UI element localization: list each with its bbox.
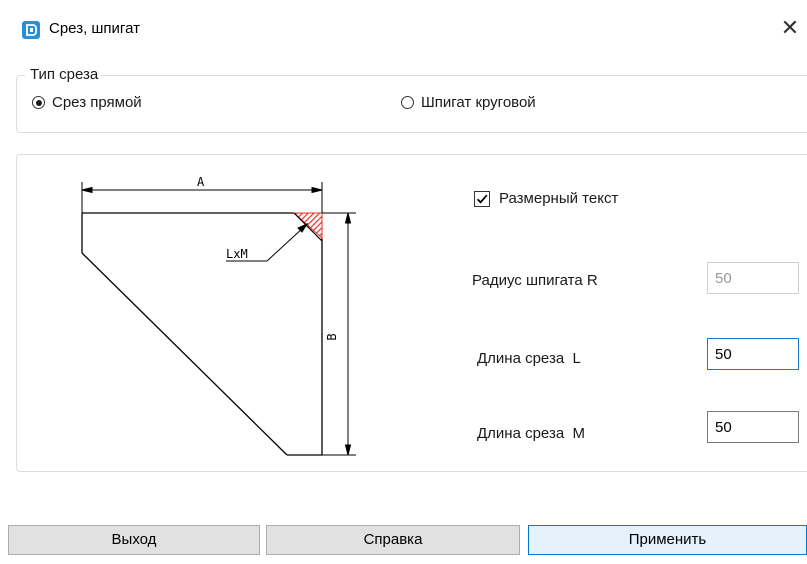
- plate-outline: [81, 212, 323, 456]
- dimension-text-toggle[interactable]: Размерный текст: [474, 190, 618, 207]
- cut-diagram: A B LxM: [81, 175, 356, 456]
- dimension-a-label: A: [197, 175, 205, 189]
- help-button[interactable]: Справка: [266, 525, 520, 555]
- length-m-label: Длина среза M: [477, 425, 585, 442]
- dimension-b-label: B: [325, 333, 339, 340]
- radius-label: Радиус шпигата R: [472, 272, 598, 289]
- apply-button[interactable]: Применить: [528, 525, 807, 555]
- exit-button[interactable]: Выход: [8, 525, 260, 555]
- dimension-text-checkbox[interactable]: [474, 190, 490, 207]
- lxm-label: LxM: [226, 247, 248, 261]
- length-m-input[interactable]: [707, 411, 799, 443]
- checkmark-icon: [476, 194, 488, 204]
- radius-input[interactable]: [707, 262, 799, 294]
- dimension-text-label: Размерный текст: [499, 190, 619, 207]
- length-l-input[interactable]: [707, 338, 799, 370]
- length-l-label: Длина среза L: [477, 350, 581, 367]
